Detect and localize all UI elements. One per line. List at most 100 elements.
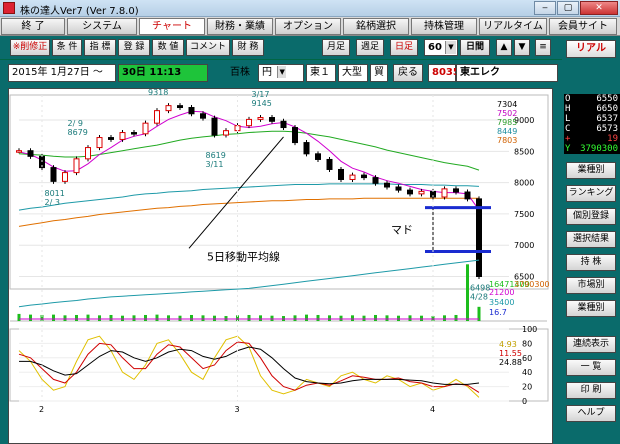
ma200-line [18, 197, 479, 227]
holdings-button[interactable]: 持 株 [566, 254, 616, 271]
menu-member-site[interactable]: 会員サイト [549, 18, 617, 35]
chart-canvas[interactable]: 6500700075008000850090007304750279858449… [9, 79, 554, 444]
chart-area[interactable]: 6500 7000 7500 8000 8500 9000 7304 7502 7985 8449… [8, 79, 554, 444]
realtime-button[interactable]: リアル [566, 40, 616, 58]
monthly-button[interactable]: 月足 [322, 39, 350, 56]
x-tick-label: 2 [39, 405, 44, 414]
candle-body [108, 137, 114, 140]
selection-result-button[interactable]: 選択結果 [566, 231, 616, 248]
market-button[interactable]: 市場別 [566, 277, 616, 294]
currency-select[interactable]: 円 ▼ [258, 64, 304, 82]
volume-bar [443, 315, 446, 321]
ranking-button[interactable]: ランキング [566, 185, 616, 202]
delete-edit-button[interactable]: ※削修正 [10, 39, 50, 56]
candle-body [315, 153, 321, 160]
volume-bar [29, 314, 32, 321]
minimize-button[interactable]: ‒ [534, 1, 556, 15]
finance-button[interactable]: 財 務 [232, 39, 264, 56]
price-annotation: 2/ 9 [68, 119, 83, 128]
maximize-button[interactable]: ▢ [557, 1, 579, 15]
back-button[interactable]: 戻る [393, 64, 423, 82]
price-annotation: 9145 [252, 99, 272, 108]
period-count-select[interactable]: 60 ▼ [424, 39, 458, 56]
price-tick-label: 8500 [514, 147, 534, 156]
candle-body [62, 172, 68, 182]
date-to[interactable]: 30日 11:13 [118, 64, 208, 82]
stock-code[interactable]: 8035 [428, 64, 460, 82]
volume-bar [155, 314, 159, 321]
volume-bar [121, 315, 124, 321]
list-button[interactable]: 一 覧 [566, 359, 616, 376]
price-annotation: 8619 [206, 151, 226, 160]
volume-bar [385, 315, 389, 321]
price-side-value: 7803 [497, 136, 517, 145]
register-button[interactable]: 登 録 [118, 39, 150, 56]
price-side-value: 8449 [497, 127, 517, 136]
candle-body [177, 105, 183, 109]
candle-body [246, 118, 252, 127]
volume-side-value: 35400 [489, 298, 514, 307]
volume-bar [454, 314, 458, 321]
oscillator-side-value: 11.55 [499, 349, 522, 358]
candle-body [349, 174, 356, 180]
gap-label: マド [391, 224, 413, 237]
industry-button[interactable]: 業種別 [566, 162, 616, 179]
price-tick-label: 7000 [514, 241, 534, 250]
volume-bar [374, 314, 377, 321]
volume-side-value: 16.7 [489, 308, 507, 317]
oscillator-tick-label: 0 [522, 397, 527, 406]
chevron-down-icon: ▼ [445, 41, 456, 54]
daily-button[interactable]: 日足 [390, 39, 418, 56]
close-button[interactable]: ✕ [580, 1, 618, 15]
volume-bar [109, 314, 113, 321]
volume-bar [362, 315, 366, 321]
menu-system[interactable]: システム [67, 18, 137, 35]
oscillator-black-line [19, 346, 480, 385]
volume-bar [247, 314, 251, 321]
price-annotation: 3/17 [252, 90, 270, 99]
volume-bar [316, 314, 320, 321]
ma5-label: 5日移動平均線 [207, 249, 280, 263]
volume-bar [132, 315, 136, 321]
help-button[interactable]: ヘルプ [566, 405, 616, 422]
candle-body [188, 107, 195, 115]
menu-exit[interactable]: 終 了 [1, 18, 65, 35]
ma5-pointer-line [188, 136, 284, 249]
volume-bar [178, 315, 182, 321]
individual-register-button[interactable]: 個別登録 [566, 208, 616, 225]
weekly-button[interactable]: 週足 [356, 39, 384, 56]
quote-low: L 6537 [565, 114, 618, 124]
print-button[interactable]: 印 刷 [566, 382, 616, 399]
volume-bar [17, 313, 21, 321]
continuous-display-button[interactable]: 連続表示 [566, 336, 616, 353]
oscillator-tick-label: 80 [522, 339, 532, 348]
menu-chart[interactable]: チャート [139, 18, 205, 35]
menu-realtime[interactable]: リアルタイム [479, 18, 547, 35]
scroll-up-button[interactable]: ▲ [496, 39, 512, 56]
indicator-button[interactable]: 指 標 [84, 39, 116, 56]
date-from[interactable]: 2015年 1月27日 〜 [8, 64, 116, 82]
menu-holdings[interactable]: 持株管理 [411, 18, 477, 35]
menu-finance[interactable]: 財務・業績 [207, 18, 273, 35]
volume-bar [190, 314, 193, 321]
candle-body [418, 190, 425, 195]
scroll-down-button[interactable]: ▼ [514, 39, 530, 56]
volume-bar [351, 315, 354, 321]
candle-body [407, 189, 413, 195]
condition-button[interactable]: 条 件 [52, 39, 82, 56]
candle-body [50, 167, 57, 182]
menu-options[interactable]: オプション [275, 18, 341, 35]
candle-body [361, 174, 367, 179]
volume-side-value: 3790300 [514, 280, 550, 289]
oscillator-yellow-line [18, 335, 480, 398]
oscillator-tick-label: 40 [522, 368, 532, 377]
volume-bar [420, 315, 423, 321]
menu-stock-select[interactable]: 銘柄選択 [343, 18, 409, 35]
volume-bar [293, 315, 297, 321]
values-button[interactable]: 数 値 [152, 39, 184, 56]
style-label: 貿 [370, 64, 388, 82]
menu-icon[interactable]: ≡ [535, 39, 551, 56]
comment-button[interactable]: コメント [186, 39, 230, 56]
volume-bar [213, 315, 216, 321]
sector-button[interactable]: 業種別 [566, 300, 616, 317]
